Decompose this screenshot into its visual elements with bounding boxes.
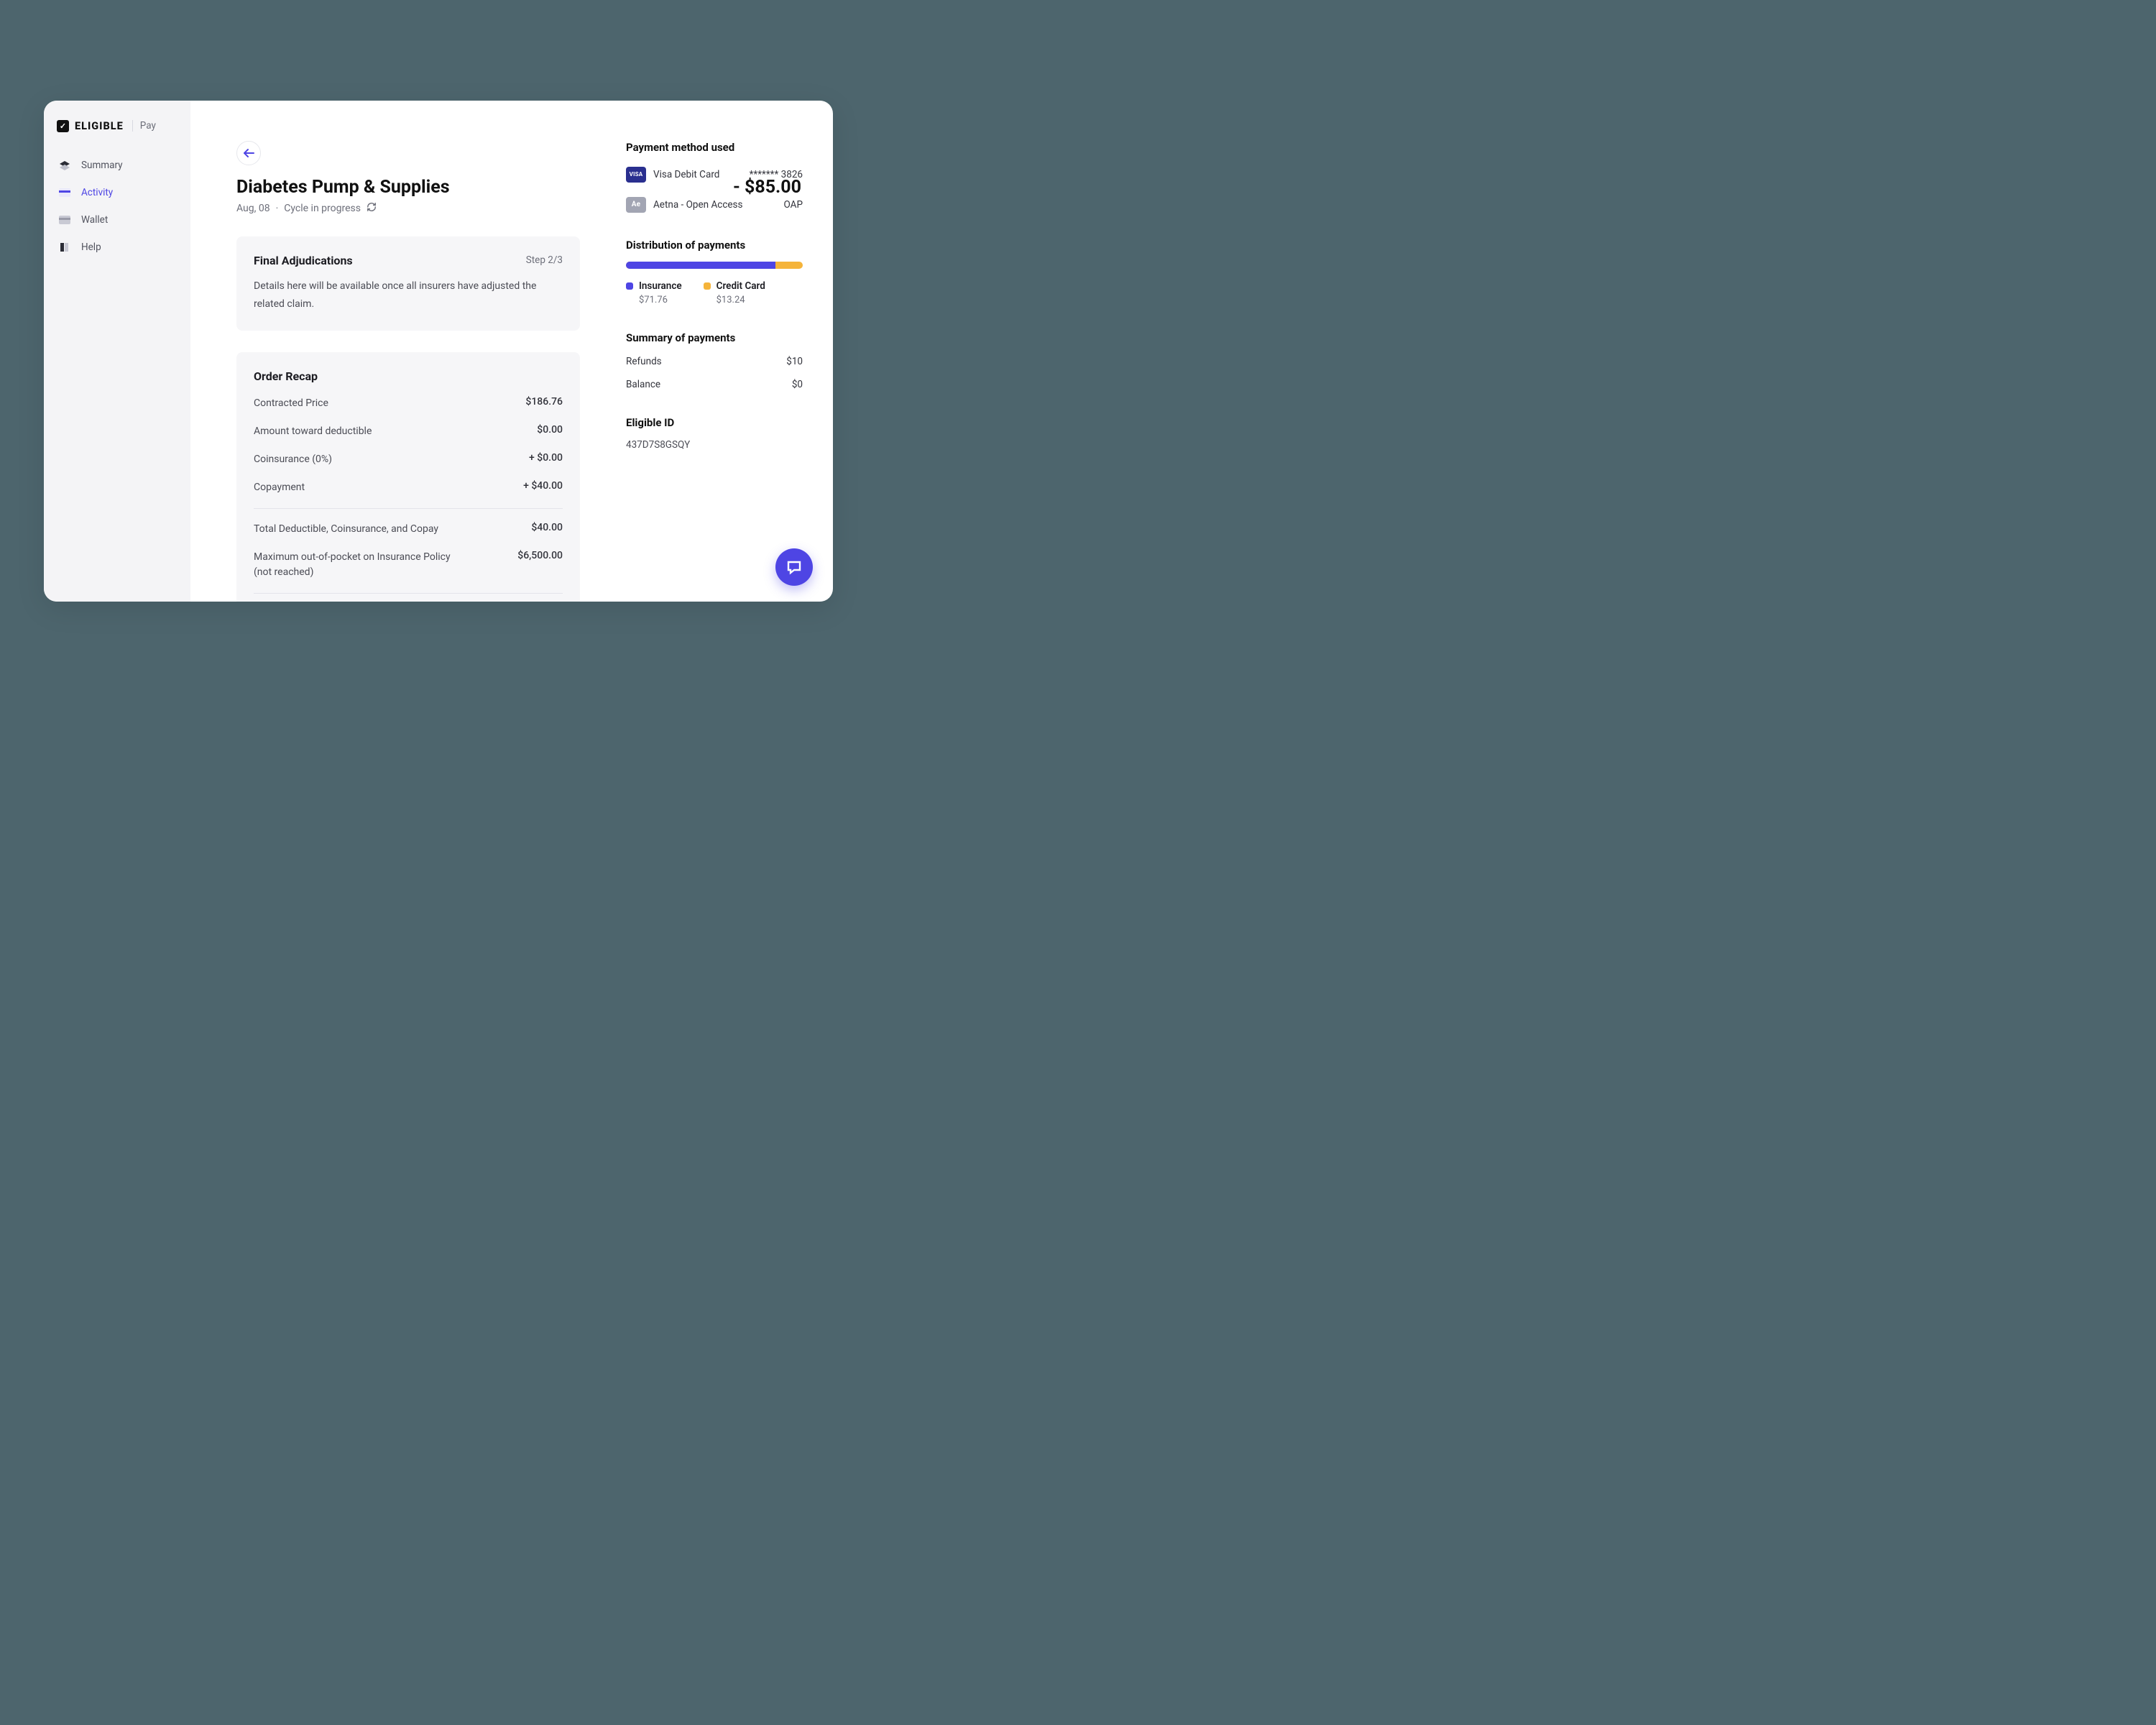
subtitle-separator: · <box>276 203 279 214</box>
summary-payment-label: Refunds <box>626 356 662 367</box>
insurer-icon: Ae <box>626 197 646 213</box>
summary-payments-section: Summary of payments Refunds $10 Balance … <box>626 331 803 390</box>
recap-label: Coinsurance (0%) <box>254 452 332 467</box>
legend-dot-insurance-icon <box>626 282 633 290</box>
distribution-legend: Insurance $71.76 Credit Card $13.24 <box>626 280 803 305</box>
adjudication-card: Final Adjudications Step 2/3 Details her… <box>236 236 580 331</box>
recap-value: + $40.00 <box>523 480 563 492</box>
eligible-id-section: Eligible ID 437D7S8GSQY <box>626 416 803 451</box>
distribution-bar <box>626 262 803 269</box>
brand-divider <box>132 120 133 132</box>
distribution-heading: Distribution of payments <box>626 239 803 252</box>
recap-subtotal-row: Total Deductible, Coinsurance, and Copay… <box>254 522 563 537</box>
recap-row: Copayment + $40.00 <box>254 480 563 495</box>
refresh-icon[interactable] <box>367 202 377 215</box>
legend-label: Credit Card <box>717 280 765 292</box>
summary-payment-value: $0 <box>792 379 803 390</box>
payment-method-heading: Payment method used <box>626 141 803 154</box>
sidebar-item-label: Wallet <box>81 214 108 226</box>
activity-icon <box>58 188 71 198</box>
divider <box>254 508 563 509</box>
payment-method-name: Aetna - Open Access <box>653 199 777 211</box>
recap-label: Contracted Price <box>254 396 328 411</box>
legend-dot-creditcard-icon <box>704 282 711 290</box>
recap-label: Copayment <box>254 480 305 495</box>
order-recap-title: Order Recap <box>254 369 563 383</box>
recap-value: $0.00 <box>537 424 563 436</box>
page-status: Cycle in progress <box>284 203 361 214</box>
payment-method-row: Ae Aetna - Open Access OAP <box>626 197 803 213</box>
payment-method-name: Visa Debit Card <box>653 169 742 180</box>
sidebar-item-label: Activity <box>81 187 113 198</box>
distribution-section: Distribution of payments Insurance $71.7… <box>626 239 803 305</box>
arrow-left-icon <box>243 148 254 158</box>
summary-payment-label: Balance <box>626 379 660 390</box>
sidebar-item-help[interactable]: Help <box>57 235 190 259</box>
sidebar: ✓ ELIGIBLE Pay Summary Activity <box>44 101 190 602</box>
main-content: Diabetes Pump & Supplies Aug, 08 · Cycle… <box>190 101 833 602</box>
sidebar-item-label: Summary <box>81 160 123 171</box>
recap-label: Maximum out-of-pocket on Insurance Polic… <box>254 550 469 580</box>
app-window: ✓ ELIGIBLE Pay Summary Activity <box>44 101 833 602</box>
adjudication-body: Details here will be available once all … <box>254 277 563 313</box>
summary-icon <box>58 160 71 170</box>
recap-value: $186.76 <box>525 396 563 408</box>
sidebar-item-summary[interactable]: Summary <box>57 153 190 178</box>
payment-method-detail: ******* 3826 <box>750 169 803 180</box>
chat-icon <box>786 558 803 576</box>
legend-insurance: Insurance $71.76 <box>626 280 682 305</box>
sidebar-item-label: Help <box>81 242 101 253</box>
brand-mark-icon: ✓ <box>57 120 69 132</box>
page-date: Aug, 08 <box>236 203 270 214</box>
adjudication-step: Step 2/3 <box>526 254 563 266</box>
main-column: Diabetes Pump & Supplies Aug, 08 · Cycle… <box>236 141 580 602</box>
recap-oop-row: Maximum out-of-pocket on Insurance Polic… <box>254 550 563 580</box>
recap-row: Coinsurance (0%) + $0.00 <box>254 452 563 467</box>
recap-row: Amount toward deductible $0.00 <box>254 424 563 439</box>
payment-method-detail: OAP <box>784 199 803 211</box>
legend-value: $71.76 <box>639 295 682 305</box>
recap-value: + $0.00 <box>529 452 563 464</box>
payment-method-row: VISA Visa Debit Card ******* 3826 <box>626 167 803 183</box>
brand-name: ELIGIBLE <box>75 120 124 132</box>
recap-row: Contracted Price $186.76 <box>254 396 563 411</box>
order-recap-card: Order Recap Contracted Price $186.76 Amo… <box>236 352 580 602</box>
chat-fab[interactable] <box>775 548 813 586</box>
brand: ✓ ELIGIBLE Pay <box>57 120 190 132</box>
legend-value: $13.24 <box>717 295 765 305</box>
visa-card-icon: VISA <box>626 167 646 183</box>
recap-label: Total Deductible, Coinsurance, and Copay <box>254 522 438 537</box>
details-sidebar: Payment method used VISA Visa Debit Card… <box>626 141 803 602</box>
recap-label: Amount toward deductible <box>254 424 372 439</box>
eligible-id-heading: Eligible ID <box>626 416 803 429</box>
adjudication-title: Final Adjudications <box>254 254 353 267</box>
eligible-id-value: 437D7S8GSQY <box>626 439 803 451</box>
sidebar-item-wallet[interactable]: Wallet <box>57 208 190 232</box>
recap-value: $6,500.00 <box>517 550 563 561</box>
wallet-icon <box>58 215 71 225</box>
sidebar-item-activity[interactable]: Activity <box>57 180 190 205</box>
summary-payment-row: Balance $0 <box>626 379 803 390</box>
summary-payments-heading: Summary of payments <box>626 331 803 344</box>
sidebar-nav: Summary Activity Wallet Help <box>57 153 190 259</box>
legend-label: Insurance <box>639 280 682 292</box>
divider <box>254 593 563 594</box>
distribution-bar-insurance <box>626 262 775 269</box>
help-icon <box>58 242 71 252</box>
summary-payment-value: $10 <box>786 356 803 367</box>
brand-subproduct: Pay <box>140 120 156 132</box>
payment-method-section: Payment method used VISA Visa Debit Card… <box>626 141 803 213</box>
back-button[interactable] <box>236 141 261 165</box>
recap-value: $40.00 <box>531 522 563 533</box>
summary-payment-row: Refunds $10 <box>626 356 803 367</box>
legend-credit-card: Credit Card $13.24 <box>704 280 765 305</box>
